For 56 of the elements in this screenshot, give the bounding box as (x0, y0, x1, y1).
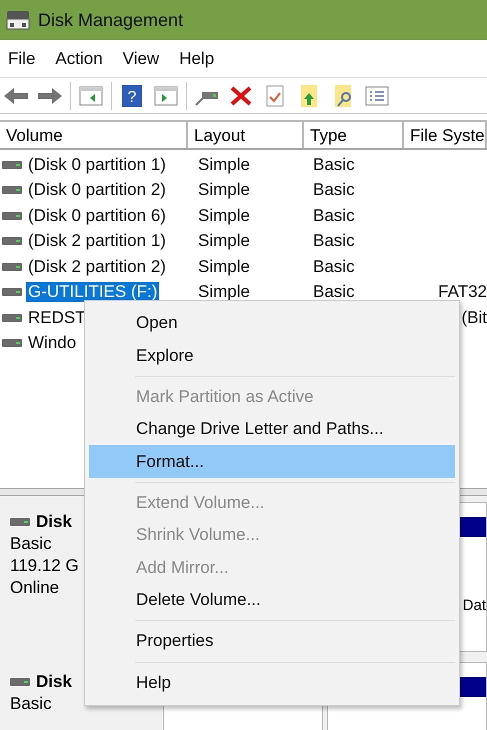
column-header[interactable]: File Syste (404, 122, 487, 148)
table-cell-text: Simple (197, 206, 250, 226)
column-header[interactable]: Layout (188, 122, 304, 148)
table-cell-text: Basic (312, 180, 355, 200)
disk-drive-icon (10, 518, 30, 526)
volume-name[interactable]: G-UTILITIES (F:) (26, 282, 160, 302)
menu-item[interactable]: Delete Volume... (89, 584, 455, 616)
disk-info: 119.12 G (10, 556, 79, 576)
table-cell-text: Basic (312, 282, 355, 302)
table-cell-text: FAT32 (437, 282, 487, 302)
volume-name[interactable]: (Disk 0 partition 6) (26, 206, 168, 226)
column-header[interactable]: Volume (0, 122, 188, 148)
table-cell-text: Simple (197, 180, 250, 200)
menu-item[interactable]: Change Drive Letter and Paths... (89, 413, 455, 446)
volume-name[interactable]: (Disk 2 partition 1) (26, 231, 168, 252)
volume-name[interactable]: (Disk 0 partition 2) (26, 180, 168, 200)
column-header[interactable]: Type (304, 122, 404, 148)
volume-name[interactable]: Windo (26, 333, 78, 354)
disk-drive-icon (2, 212, 22, 220)
disk-info: Basic (10, 694, 52, 714)
table-cell-text: (Bit (460, 308, 487, 328)
volume-name[interactable]: (Disk 2 partition 2) (26, 256, 168, 277)
menu-item[interactable]: Properties (89, 625, 455, 658)
table-cell-text: Basic (312, 206, 355, 226)
table-cell-text: Basic (312, 154, 355, 175)
volume-name[interactable]: REDST (26, 308, 88, 328)
table-cell-text: Simple (197, 231, 250, 252)
disk-drive-icon (2, 237, 22, 246)
table-cell-text: Basic (312, 256, 355, 277)
window-title: Disk Management (38, 10, 184, 30)
menu-item[interactable]: Help (179, 48, 224, 68)
table-cell-text: Simple (197, 154, 250, 175)
menu-item[interactable]: File (8, 48, 46, 68)
disk-info: Online (10, 578, 60, 598)
table-cell-text: Simple (197, 282, 250, 302)
disk-drive-icon (10, 678, 30, 686)
menu-item[interactable]: Explore (89, 339, 455, 372)
disk-drive-icon (2, 160, 22, 169)
disk-drive-icon (2, 339, 22, 348)
disk-drive-icon (2, 186, 22, 194)
menu-item[interactable]: Help (89, 666, 455, 699)
menu-item[interactable]: View (122, 48, 170, 68)
disk-drive-icon (2, 262, 22, 271)
disk-drive-icon (2, 288, 22, 296)
disk-name: Disk (36, 512, 72, 532)
disk-info: Basic (10, 534, 52, 554)
disk-name: Disk (36, 672, 72, 692)
disk-drive-icon (2, 314, 22, 322)
menu-item[interactable]: Action (55, 48, 113, 68)
table-cell-text: Basic (312, 231, 355, 252)
volume-name[interactable]: (Disk 0 partition 1) (26, 154, 168, 175)
menu-item[interactable]: Open (89, 307, 455, 340)
volume-label: Dat (462, 597, 486, 614)
disk-management-icon (6, 9, 30, 31)
table-cell-text: Simple (197, 256, 250, 277)
menu-item[interactable]: Format... (89, 445, 455, 478)
